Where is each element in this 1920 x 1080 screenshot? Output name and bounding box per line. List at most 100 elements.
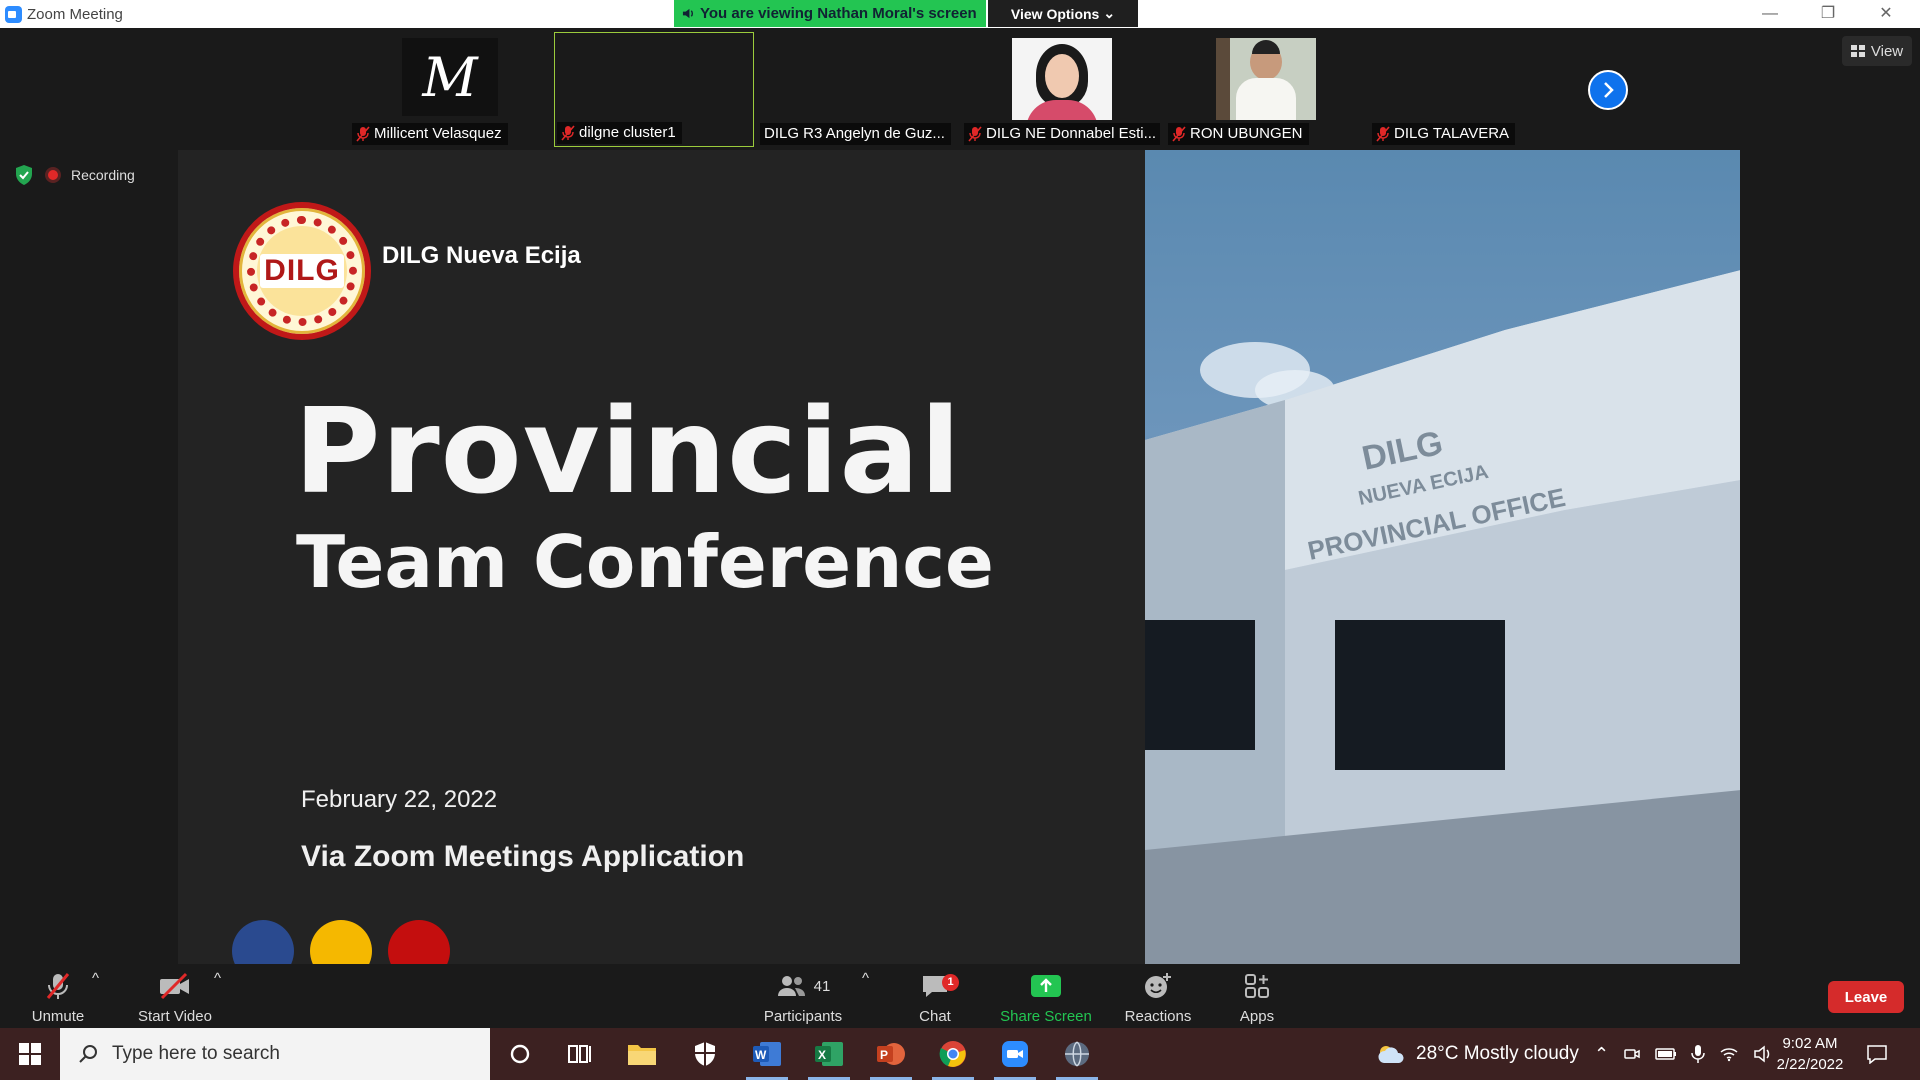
participant-thumbnails-strip: [0, 28, 1920, 150]
view-options-button[interactable]: View Options ⌄: [988, 0, 1138, 27]
reactions-label: Reactions: [1124, 1008, 1192, 1025]
excel-app-button[interactable]: X: [808, 1037, 850, 1080]
view-layout-button[interactable]: View: [1842, 36, 1912, 66]
zoom-app-button[interactable]: [994, 1037, 1036, 1080]
participant-tile[interactable]: DILG TALAVERA: [1370, 32, 1570, 147]
zoom-app-icon: [5, 6, 22, 23]
svg-text:W: W: [755, 1048, 767, 1062]
windows-security-button[interactable]: [688, 1037, 722, 1071]
yellow-dot: [310, 920, 372, 964]
participant-tile[interactable]: RON UBUNGEN: [1166, 32, 1366, 147]
excel-icon: X: [815, 1042, 843, 1066]
recording-dot-icon: [45, 167, 61, 183]
building-illustration: DILG NUEVA ECIJA PROVINCIAL OFFICE: [1145, 270, 1740, 964]
slide-date: February 22, 2022: [301, 786, 498, 813]
mic-muted-icon: [561, 125, 575, 141]
red-dot: [388, 920, 450, 964]
chat-label: Chat: [919, 1008, 951, 1025]
shared-screen: DILG DILG Nueva Ecija Provincial Team Co…: [178, 150, 1740, 964]
next-page-button[interactable]: [1588, 70, 1628, 110]
view-button-label: View: [1870, 42, 1904, 60]
organization-name: DILG Nueva Ecija: [382, 242, 581, 269]
viewing-banner-text: You are viewing Nathan Moral's screen: [700, 5, 977, 22]
shield-icon: [695, 1042, 715, 1066]
leave-button[interactable]: Leave: [1828, 981, 1904, 1013]
unmute-button[interactable]: Unmute: [28, 970, 88, 1025]
slide-subtitle: Team Conference: [296, 520, 994, 604]
microphone-icon[interactable]: [1691, 1044, 1705, 1064]
word-app-button[interactable]: W: [746, 1037, 788, 1080]
meet-now-icon[interactable]: [1623, 1045, 1641, 1063]
blue-dot: [232, 920, 294, 964]
participants-count: 41: [813, 977, 831, 995]
window-title: Zoom Meeting: [27, 6, 123, 23]
apps-button[interactable]: Apps: [1232, 970, 1282, 1025]
mic-muted-icon: [46, 973, 70, 999]
participant-tile[interactable]: DILG NE Donnabel Esti...: [962, 32, 1162, 147]
dilg-logo: DILG: [233, 202, 371, 340]
participants-icon: [777, 976, 805, 996]
taskbar-clock[interactable]: 9:02 AM 2/22/2022: [1760, 1033, 1860, 1075]
participants-button[interactable]: 41 Participants: [760, 970, 846, 1025]
participant-tile[interactable]: M Millicent Velasquez: [350, 32, 550, 147]
share-screen-button[interactable]: Share Screen: [1000, 970, 1092, 1025]
restore-button[interactable]: ❐: [1808, 2, 1848, 26]
recording-label: Recording: [71, 167, 135, 183]
apps-label: Apps: [1239, 1008, 1275, 1025]
shield-check-icon: [16, 165, 32, 185]
avatar: [1216, 38, 1316, 120]
minimize-button[interactable]: —: [1750, 2, 1790, 26]
mic-muted-icon: [356, 126, 370, 142]
cortana-button[interactable]: [503, 1037, 537, 1071]
start-button[interactable]: [0, 1028, 60, 1080]
task-view-button[interactable]: [563, 1037, 597, 1071]
video-options-caret[interactable]: ^: [214, 970, 221, 987]
taskbar-search-box[interactable]: Type here to search: [60, 1028, 490, 1080]
chevron-up-icon[interactable]: ⌃: [1594, 1044, 1609, 1065]
reactions-button[interactable]: Reactions: [1118, 970, 1198, 1025]
svg-text:P: P: [880, 1048, 888, 1062]
windows-taskbar: Type here to search W X P 28°C Mostly cl…: [0, 1028, 1920, 1080]
viewing-screen-banner: You are viewing Nathan Moral's screen: [674, 0, 986, 27]
participant-tile[interactable]: DILG R3 Angelyn de Guz...: [758, 32, 958, 147]
audio-options-caret[interactable]: ^: [92, 970, 99, 987]
recording-indicator[interactable]: Recording: [13, 164, 135, 186]
slide-title: Provincial: [294, 382, 962, 520]
avatar: M: [402, 38, 498, 116]
unmute-label: Unmute: [31, 1008, 85, 1025]
network-app-button[interactable]: [1056, 1037, 1098, 1080]
slide-content: DILG DILG Nueva Ecija Provincial Team Co…: [178, 150, 1146, 964]
start-video-button[interactable]: Start Video: [132, 970, 218, 1025]
participant-name: RON UBUNGEN: [1190, 125, 1303, 142]
mic-muted-icon: [1172, 126, 1186, 142]
system-tray: ⌃: [1594, 1028, 1773, 1080]
participants-label: Participants: [763, 1008, 843, 1025]
share-screen-icon: [1031, 975, 1061, 997]
notifications-button[interactable]: [1866, 1028, 1888, 1080]
zoom-icon: [1002, 1041, 1028, 1067]
participants-options-caret[interactable]: ^: [862, 970, 869, 987]
powerpoint-icon: P: [877, 1043, 905, 1065]
chat-button[interactable]: 1 Chat: [910, 970, 960, 1025]
file-explorer-button[interactable]: [625, 1037, 659, 1071]
speaker-icon: [682, 8, 694, 19]
reactions-icon: [1145, 973, 1171, 998]
cloud-icon: [1378, 1046, 1404, 1063]
close-window-button[interactable]: ✕: [1866, 2, 1906, 26]
clock-date: 2/22/2022: [1776, 1056, 1844, 1073]
battery-icon[interactable]: [1655, 1047, 1677, 1061]
chevron-right-icon: [1604, 82, 1614, 98]
globe-icon: [1065, 1041, 1089, 1067]
participant-name: dilgne cluster1: [579, 124, 676, 141]
notification-icon: [1867, 1045, 1887, 1064]
chevron-down-icon: ⌄: [1103, 5, 1116, 21]
chrome-app-button[interactable]: [932, 1037, 974, 1080]
logo-text: DILG: [260, 254, 344, 288]
clock-time: 9:02 AM: [1782, 1035, 1838, 1052]
grid-icon: [1850, 45, 1865, 57]
avatar: [1012, 38, 1112, 120]
participant-tile-active[interactable]: dilgne cluster1: [554, 32, 754, 147]
wifi-icon[interactable]: [1719, 1046, 1739, 1062]
weather-widget[interactable]: 28°C Mostly cloudy: [1376, 1028, 1579, 1080]
powerpoint-app-button[interactable]: P: [870, 1037, 912, 1080]
